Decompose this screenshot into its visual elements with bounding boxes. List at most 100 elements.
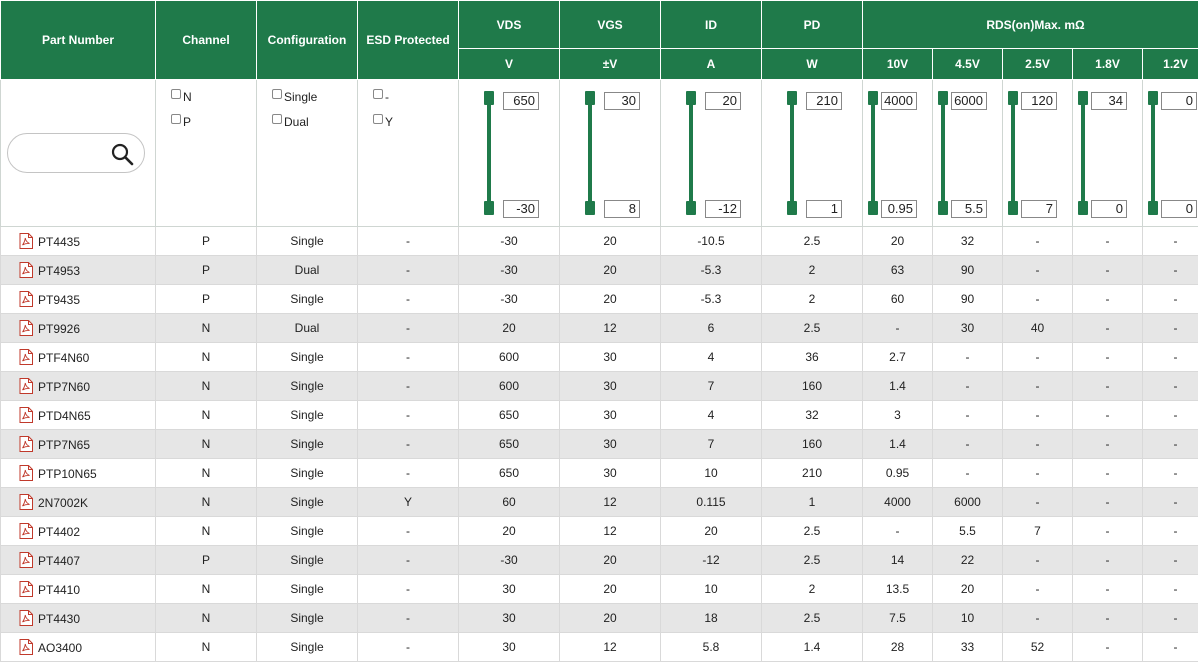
cell-part-number[interactable]: PT4410 — [0, 574, 156, 604]
range-min-input[interactable]: 5.5 — [951, 200, 987, 218]
pdf-icon[interactable] — [19, 291, 33, 307]
col-header-channel[interactable]: Channel — [155, 0, 257, 80]
cell-part-number[interactable]: PTD4N65 — [0, 400, 156, 430]
search-input[interactable] — [7, 133, 145, 173]
part-number-link[interactable]: PT4430 — [38, 612, 80, 626]
part-number-link[interactable]: PT4953 — [38, 264, 80, 278]
slider-track[interactable] — [941, 96, 945, 206]
cell-part-number[interactable]: PTP7N60 — [0, 371, 156, 401]
checkbox[interactable] — [373, 113, 383, 124]
table-row[interactable]: PTF4N60 N Single -600 30 4 36 2.7- - - - — [0, 342, 1198, 372]
slider-min-handle[interactable] — [1148, 201, 1158, 215]
col-header-vgs[interactable]: VGS — [559, 0, 661, 49]
slider-max-handle[interactable] — [938, 91, 948, 105]
configuration-option-dual[interactable]: Dual — [272, 109, 357, 134]
slider-track[interactable] — [487, 96, 491, 206]
slider-min-handle[interactable] — [1078, 201, 1088, 215]
slider-max-handle[interactable] — [585, 91, 595, 105]
checkbox[interactable] — [171, 88, 181, 99]
part-number-link[interactable]: PTF4N60 — [38, 351, 89, 365]
part-number-link[interactable]: 2N7002K — [38, 496, 88, 510]
slider-min-handle[interactable] — [868, 201, 878, 215]
pdf-icon[interactable] — [19, 436, 33, 452]
table-row[interactable]: PT4407 P Single - -30 20 -12 2.5 14 22- - - — [0, 545, 1198, 575]
cell-part-number[interactable]: PTF4N60 — [0, 342, 156, 372]
col-header-vds[interactable]: VDS — [458, 0, 560, 49]
col-header-rds-10v[interactable]: 10V — [862, 48, 933, 80]
pdf-icon[interactable] — [19, 378, 33, 394]
slider-max-handle[interactable] — [1008, 91, 1018, 105]
table-row[interactable]: PT9435 P Single - -30 20 -5.3 2 60 90- - - — [0, 284, 1198, 314]
col-header-rds-1-8v[interactable]: 1.8V — [1072, 48, 1143, 80]
slider-max-handle[interactable] — [686, 91, 696, 105]
slider-max-handle[interactable] — [484, 91, 494, 105]
cell-part-number[interactable]: 2N7002K — [0, 487, 156, 517]
part-number-link[interactable]: PT4410 — [38, 583, 80, 597]
col-header-rds-2-5v[interactable]: 2.5V — [1002, 48, 1073, 80]
col-header-rds-4-5v[interactable]: 4.5V — [932, 48, 1003, 80]
cell-part-number[interactable]: PT4430 — [0, 603, 156, 633]
pdf-icon[interactable] — [19, 233, 33, 249]
part-number-link[interactable]: AO3400 — [38, 641, 82, 655]
table-row[interactable]: AO3400 N Single -30 12 5.8 1.4 28 33 52- - — [0, 632, 1198, 662]
range-min-input[interactable]: -12 — [705, 200, 741, 218]
slider-track[interactable] — [1081, 96, 1085, 206]
range-min-input[interactable]: 1 — [806, 200, 842, 218]
cell-part-number[interactable]: PTP7N65 — [0, 429, 156, 459]
configuration-option-single[interactable]: Single — [272, 84, 357, 109]
slider-track[interactable] — [1151, 96, 1155, 206]
range-max-input[interactable]: 30 — [604, 92, 640, 110]
col-header-esd[interactable]: ESD Protected — [357, 0, 459, 80]
checkbox[interactable] — [272, 88, 282, 99]
slider-track[interactable] — [871, 96, 875, 206]
cell-part-number[interactable]: PT4402 — [0, 516, 156, 546]
col-header-part-number[interactable]: Part Number — [0, 0, 156, 80]
table-row[interactable]: PT4435 P Single - -30 20 -10.5 2.5 20 32- - - — [0, 226, 1198, 256]
cell-part-number[interactable]: PT9926 — [0, 313, 156, 343]
slider-min-handle[interactable] — [787, 201, 797, 215]
pdf-icon[interactable] — [19, 523, 33, 539]
part-number-link[interactable]: PTD4N65 — [38, 409, 91, 423]
slider-max-handle[interactable] — [787, 91, 797, 105]
pdf-icon[interactable] — [19, 465, 33, 481]
pdf-icon[interactable] — [19, 320, 33, 336]
slider-max-handle[interactable] — [868, 91, 878, 105]
cell-part-number[interactable]: PT9435 — [0, 284, 156, 314]
channel-option-p[interactable]: P — [171, 109, 256, 134]
col-header-configuration[interactable]: Configuration — [256, 0, 358, 80]
slider-max-handle[interactable] — [1078, 91, 1088, 105]
table-row[interactable]: PT4410 N Single -30 20 10 2 13.5 20- - - — [0, 574, 1198, 604]
pdf-icon[interactable] — [19, 407, 33, 423]
table-row[interactable]: PTD4N65 N Single -650 30 4 32 3- - - - — [0, 400, 1198, 430]
part-number-link[interactable]: PT4435 — [38, 235, 80, 249]
slider-min-handle[interactable] — [585, 201, 595, 215]
slider-track[interactable] — [790, 96, 794, 206]
cell-part-number[interactable]: PT4953 — [0, 255, 156, 285]
pdf-icon[interactable] — [19, 262, 33, 278]
col-header-rds-1-2v[interactable]: 1.2V — [1142, 48, 1198, 80]
checkbox[interactable] — [373, 88, 383, 99]
pdf-icon[interactable] — [19, 610, 33, 626]
col-header-id[interactable]: ID — [660, 0, 762, 49]
slider-track[interactable] — [689, 96, 693, 206]
range-min-input[interactable]: 8 — [604, 200, 640, 218]
range-min-input[interactable]: 0.95 — [881, 200, 917, 218]
slider-min-handle[interactable] — [686, 201, 696, 215]
pdf-icon[interactable] — [19, 494, 33, 510]
cell-part-number[interactable]: PT4435 — [0, 226, 156, 256]
range-min-input[interactable]: -30 — [503, 200, 539, 218]
table-row[interactable]: PTP7N65 N Single -650 30 7 160 1.4- - - - — [0, 429, 1198, 459]
pdf-icon[interactable] — [19, 349, 33, 365]
cell-part-number[interactable]: PT4407 — [0, 545, 156, 575]
slider-min-handle[interactable] — [938, 201, 948, 215]
range-min-input[interactable]: 0 — [1091, 200, 1127, 218]
table-row[interactable]: PT4430 N Single -30 20 18 2.5 7.5 10- - - — [0, 603, 1198, 633]
checkbox[interactable] — [171, 113, 181, 124]
range-max-input[interactable]: 210 — [806, 92, 842, 110]
checkbox[interactable] — [272, 113, 282, 124]
esd-option-y[interactable]: Y — [373, 109, 458, 134]
table-row[interactable]: PT4402 N Single -20 12 20 2.5-5.5 7- - — [0, 516, 1198, 546]
part-number-link[interactable]: PT4407 — [38, 554, 80, 568]
part-number-link[interactable]: PTP10N65 — [38, 467, 97, 481]
part-number-link[interactable]: PTP7N65 — [38, 438, 90, 452]
